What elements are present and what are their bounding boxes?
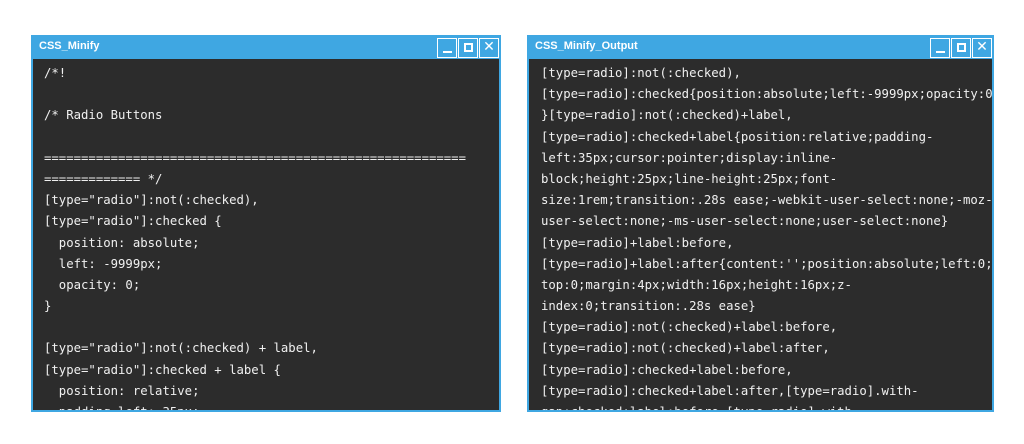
maximize-icon[interactable] <box>951 38 971 58</box>
code-line: position: relative; <box>44 383 200 398</box>
code-line: block;height:25px;line-height:25px;font- <box>541 171 838 186</box>
code-line: [type=radio]:checked+label:after,[type=r… <box>541 383 919 398</box>
css-minify-output-window: CSS_Minify_Output ✕ [type=radio]:not(:ch… <box>527 35 994 412</box>
code-line: [type=radio]:checked{position:absolute;l… <box>541 87 992 102</box>
code-line: [type=radio]:not(:checked)+label:before, <box>541 320 838 335</box>
code-line: size:1rem;transition:.28s ease;-webkit-u… <box>541 193 992 208</box>
code-line: [type="radio"]:checked + label { <box>44 362 281 377</box>
maximize-icon[interactable] <box>458 38 478 58</box>
code-line: top:0;margin:4px;width:16px;height:16px;… <box>541 277 852 292</box>
code-line: opacity: 0; <box>44 277 141 292</box>
code-line: index:0;transition:.28s ease} <box>541 299 756 314</box>
code-line: }[type=radio]:not(:checked)+label, <box>541 108 793 123</box>
code-line: [type="radio"]:not(:checked), <box>44 193 259 208</box>
code-line: ============= */ <box>44 171 163 186</box>
code-line: [type="radio"]:not(:checked) + label, <box>44 341 318 356</box>
code-line: [type=radio]:not(:checked)+label:after, <box>541 341 830 356</box>
code-line: position: absolute; <box>44 235 200 250</box>
minimize-icon[interactable] <box>437 38 457 58</box>
code-line: ========================================… <box>44 150 466 165</box>
window-controls: ✕ <box>929 37 992 59</box>
title-bar[interactable]: CSS_Minify_Output ✕ <box>529 37 992 59</box>
code-line: gap:checked+label:before,[type=radio].wi… <box>541 402 992 410</box>
close-icon[interactable]: ✕ <box>479 38 499 58</box>
window-title: CSS_Minify_Output <box>535 40 638 52</box>
code-line: left: -9999px; <box>44 256 163 271</box>
title-bar[interactable]: CSS_Minify ✕ <box>33 37 499 59</box>
window-title: CSS_Minify <box>39 40 100 52</box>
code-line: } <box>44 299 52 314</box>
code-editor-output[interactable]: [type=radio]:not(:checked), [type=radio]:… <box>529 59 992 410</box>
code-line: [type=radio]+label:after{content:'';posi… <box>541 256 992 271</box>
code-line: /*! <box>44 66 67 80</box>
code-line: [type=radio]:checked+label{position:rela… <box>541 129 934 144</box>
code-line: [type=radio]+label:before, <box>541 235 734 250</box>
close-icon[interactable]: ✕ <box>972 38 992 58</box>
code-line: user-select:none;-ms-user-select:none;us… <box>541 214 949 229</box>
code-line: [type=radio]:not(:checked), <box>541 66 741 80</box>
css-minify-window: CSS_Minify ✕ /*! /* Radio Buttons ========… <box>31 35 501 412</box>
code-line: [type=radio]:checked+label:before, <box>541 362 793 377</box>
code-editor-input[interactable]: /*! /* Radio Buttons =====================… <box>33 59 499 410</box>
window-controls: ✕ <box>436 37 499 59</box>
code-line: padding-left: 35px; <box>44 402 499 410</box>
code-line: /* Radio Buttons <box>44 108 163 123</box>
code-line: left:35px;cursor:pointer;display:inline- <box>541 150 838 165</box>
minimize-icon[interactable] <box>930 38 950 58</box>
code-line: [type="radio"]:checked { <box>44 214 222 229</box>
